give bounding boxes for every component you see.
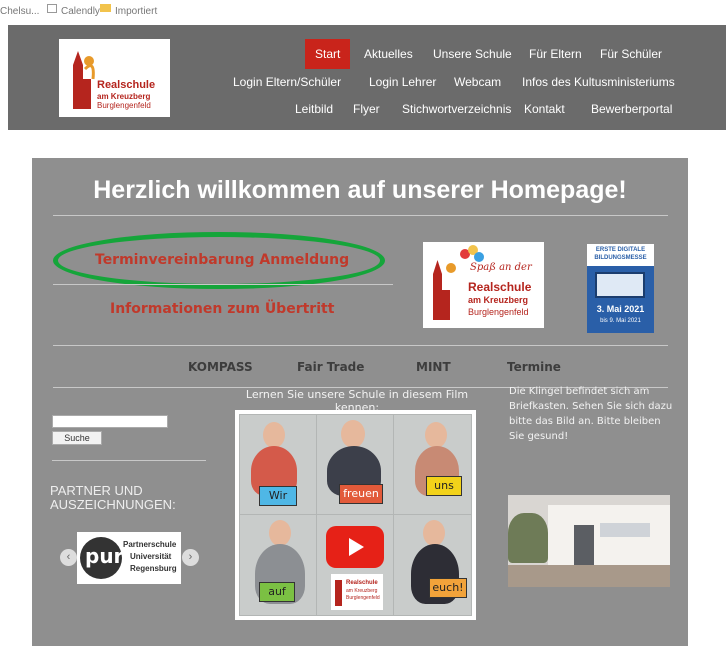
person-head [269, 520, 291, 546]
partner-line3: Regensburg [130, 564, 177, 573]
nav-webcam[interactable]: Webcam [454, 75, 501, 89]
spass-line3: am Kreuzberg [468, 295, 529, 305]
building-sign [600, 523, 650, 537]
messe-title: ERSTE DIGITALE BILDUNGSMESSE [587, 244, 654, 266]
partner-mark: pur [85, 544, 124, 568]
nav-stichwortverzeichnis[interactable]: Stichwortverzeichnis [402, 102, 511, 116]
word-sign: uns [426, 476, 462, 496]
subnav-fair-trade[interactable]: Fair Trade [297, 360, 364, 374]
person-head [425, 422, 447, 448]
divider [53, 345, 668, 346]
nav-bewerberportal[interactable]: Bewerberportal [591, 102, 672, 116]
video-logo-tower [335, 580, 342, 606]
nav-leitbild[interactable]: Leitbild [295, 102, 333, 116]
termin-anmeldung-link[interactable]: Terminvereinbarung Anmeldung [95, 252, 349, 268]
spass-line2: Realschule [468, 280, 532, 294]
carousel-next-button[interactable]: › [182, 549, 199, 566]
nav-login-eltern[interactable]: Login Eltern/Schüler [233, 75, 341, 89]
video-player[interactable]: Wir freuen uns auf euch! Realschule am K… [235, 410, 476, 620]
nav-flyer[interactable]: Flyer [353, 102, 380, 116]
bookmark-item[interactable]: Importiert [100, 3, 157, 17]
bookmark-label: Chelsu... [0, 6, 40, 17]
logo-line3: Burglengenfeld [97, 101, 151, 110]
logo-line2: am Kreuzberg [97, 92, 151, 101]
school-logo[interactable]: Realschule am Kreuzberg Burglengenfeld [59, 39, 170, 117]
partner-line2: Universität [130, 552, 172, 561]
word-sign: Wir [259, 486, 297, 506]
main-content: Herzlich willkommen auf unserer Homepage… [32, 158, 688, 646]
spass-line1: Spaß an der [470, 262, 532, 273]
video-logo-line2: am Kreuzberg [346, 588, 378, 594]
search-input[interactable] [52, 415, 168, 428]
doorbell-info: Die Klingel befindet sich am Briefkasten… [509, 386, 673, 442]
person-head [423, 520, 445, 546]
nav-infos-kultus[interactable]: Infos des Kultusministeriums [522, 75, 675, 89]
nav-kontakt[interactable]: Kontakt [524, 102, 565, 116]
word-sign: euch! [429, 578, 467, 598]
chevron-right-icon: › [188, 551, 193, 563]
nav-login-lehrer[interactable]: Login Lehrer [369, 75, 436, 89]
nav-unsere-schule[interactable]: Unsere Schule [433, 47, 512, 61]
nav-fuer-schueler[interactable]: Für Schüler [600, 47, 662, 61]
building-photo[interactable] [508, 495, 670, 587]
nav-start[interactable]: Start [305, 39, 351, 69]
logo-line1: Realschule [97, 79, 156, 91]
word-sign: freuen [339, 484, 383, 504]
video-logo-line3: Burglengenfeld [346, 595, 380, 601]
building-door [574, 525, 594, 565]
building-tree [508, 513, 548, 563]
partner-logo[interactable]: pur Partnerschule Universität Regensburg [77, 532, 181, 584]
calendar-icon [47, 3, 57, 13]
video-thumbnail: Wir freuen uns auf euch! Realschule am K… [239, 414, 472, 616]
divider [53, 284, 393, 285]
nav-aktuelles[interactable]: Aktuelles [364, 47, 413, 61]
video-logo-line1: Realschule [346, 580, 378, 586]
nav-fuer-eltern[interactable]: Für Eltern [529, 47, 582, 61]
page-title: Herzlich willkommen auf unserer Homepage… [93, 176, 627, 204]
play-button[interactable] [326, 526, 384, 568]
bookmark-label: Calendly [61, 6, 100, 17]
partner-heading: PARTNER UND AUSZEICHNUNGEN: [50, 483, 176, 512]
carousel-prev-button[interactable]: ‹ [60, 549, 77, 566]
site-header: Realschule am Kreuzberg Burglengenfeld S… [8, 25, 726, 130]
divider [53, 215, 668, 216]
partner-line1: Partnerschule [123, 540, 177, 549]
subnav-kompass[interactable]: KOMPASS [188, 360, 253, 374]
folder-icon [100, 4, 111, 13]
spass-line4: Burglengenfeld [468, 307, 529, 317]
chevron-left-icon: ‹ [66, 551, 71, 563]
person-head [263, 422, 285, 448]
subnav-mint[interactable]: MINT [416, 360, 451, 374]
person-head [341, 420, 365, 448]
subnav-termine[interactable]: Termine [507, 360, 561, 374]
spass-badge[interactable]: Spaß an der Realschule am Kreuzberg Burg… [423, 242, 544, 328]
bookmark-label: Importiert [115, 6, 158, 17]
divider [52, 460, 206, 461]
video-school-logo: Realschule am Kreuzberg Burglengenfeld [331, 574, 383, 610]
building-ground [508, 565, 670, 587]
bookmark-item[interactable]: Calendly [47, 3, 100, 17]
uebertritt-link[interactable]: Informationen zum Übertritt [110, 301, 334, 317]
messe-screen [595, 272, 645, 298]
messe-date1: 3. Mai 2021 [596, 304, 645, 314]
word-sign: auf [259, 582, 295, 602]
messe-date2: bis 9. Mai 2021 [600, 318, 641, 324]
search-button[interactable]: Suche [52, 431, 102, 445]
bookmarks-bar: Chelsu... Calendly Importiert [0, 0, 726, 22]
bildungsmesse-badge[interactable]: ERSTE DIGITALE BILDUNGSMESSE 3. Mai 2021… [587, 244, 654, 333]
